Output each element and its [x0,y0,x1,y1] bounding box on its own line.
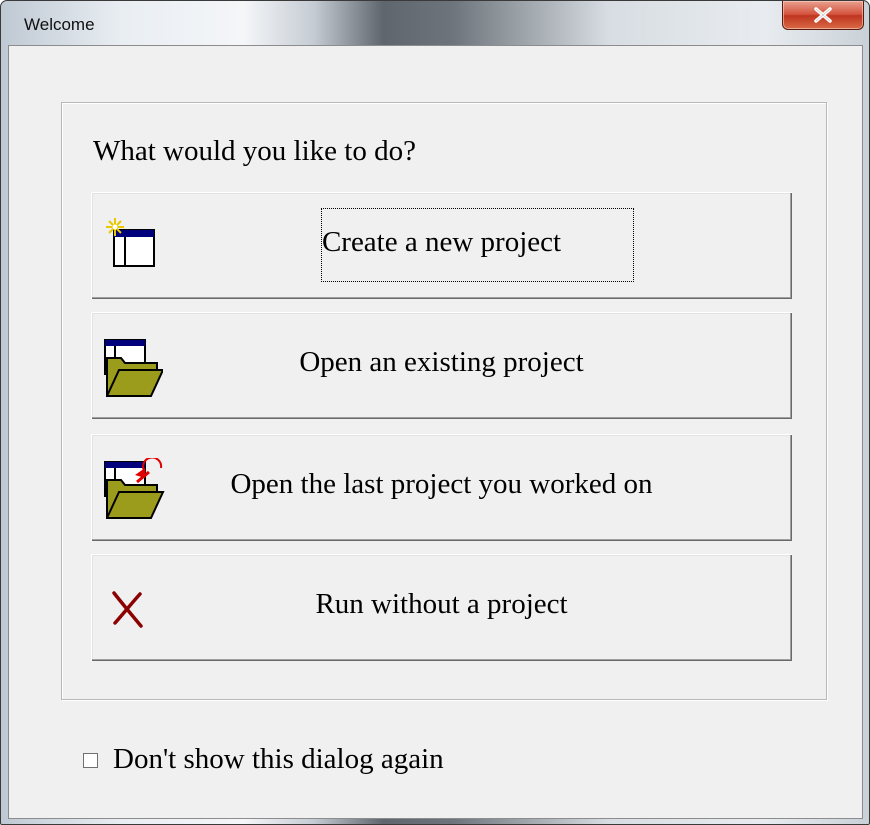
open-last-project-label: Open the last project you worked on [230,468,653,500]
prompt-text: What would you like to do? [93,135,416,167]
create-new-project-button[interactable]: Create a new project [91,192,792,299]
open-existing-project-button[interactable]: Open an existing project [91,312,792,419]
dialog-body: What would you like to do? Create a new … [8,45,863,819]
open-last-project-button[interactable]: Open the last project you worked on [91,434,792,541]
welcome-window: Welcome What would you like to do? Creat… [0,0,870,825]
dont-show-again-checkbox[interactable] [83,753,98,768]
title-bar[interactable]: Welcome [1,1,869,45]
close-icon [814,7,832,23]
window-title: Welcome [24,15,95,34]
create-new-project-label: Create a new project [321,226,562,258]
dont-show-again-label[interactable]: Don't show this dialog again [113,743,444,776]
run-without-project-button[interactable]: Run without a project [91,554,792,661]
close-button[interactable] [782,1,864,30]
run-without-project-label: Run without a project [315,588,568,620]
open-existing-project-label: Open an existing project [299,346,584,378]
